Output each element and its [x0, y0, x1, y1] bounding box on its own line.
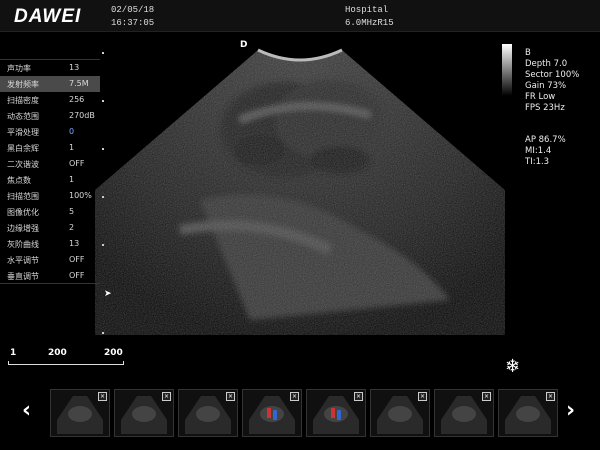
scale-tick: [8, 361, 9, 365]
param-value: OFF: [69, 271, 85, 280]
param-value: 2: [69, 223, 75, 232]
param-row[interactable]: 图像优化 5: [0, 204, 108, 220]
scale-label-left: 1: [10, 348, 17, 358]
image-thumbnail[interactable]: ×: [114, 389, 174, 437]
param-label: 焦点数: [7, 176, 31, 185]
param-value: 1: [69, 143, 75, 152]
param-value: 256: [69, 95, 85, 104]
close-icon[interactable]: ×: [98, 392, 107, 401]
param-row[interactable]: 水平调节 OFF: [0, 252, 108, 268]
scale-tick: [123, 361, 124, 365]
param-value: 13: [69, 63, 80, 72]
image-info: B Depth 7.0 Sector 100% Gain 73% FR Low …: [525, 48, 579, 114]
image-thumbnail[interactable]: ×: [50, 389, 110, 437]
snowflake-icon[interactable]: ❄: [505, 356, 520, 377]
param-row[interactable]: 垂直调节 OFF: [0, 268, 108, 284]
param-row[interactable]: 扫描密度 256: [0, 92, 108, 108]
depth-tick: [102, 100, 104, 102]
close-icon[interactable]: ×: [354, 392, 363, 401]
image-thumbnail[interactable]: ×: [306, 389, 366, 437]
param-label: 黑白余辉: [7, 144, 39, 153]
param-value: 7.5M: [69, 79, 89, 88]
depth-tick: [102, 332, 104, 334]
param-row[interactable]: 二次谐波 OFF: [0, 156, 108, 172]
close-icon[interactable]: ×: [482, 392, 491, 401]
param-label: 扫描范围: [7, 192, 39, 201]
image-thumbnail[interactable]: ×: [242, 389, 302, 437]
grayscale-bar: [502, 44, 512, 96]
param-label: 水平调节: [7, 256, 39, 265]
param-label: 平滑处理: [7, 128, 39, 137]
focus-marker-icon: ➤: [104, 289, 112, 299]
image-thumbnail[interactable]: ×: [434, 389, 494, 437]
fr-text: FR Low: [525, 92, 556, 102]
param-value: 1: [69, 175, 75, 184]
close-icon[interactable]: ×: [162, 392, 171, 401]
close-icon[interactable]: ×: [546, 392, 555, 401]
fps-text: FPS 23Hz: [525, 103, 565, 113]
param-label: 灰阶曲线: [7, 240, 39, 249]
param-row[interactable]: 焦点数 1: [0, 172, 108, 188]
param-label: 扫描密度: [7, 96, 39, 105]
ap-text: AP 86.7%: [525, 135, 566, 145]
param-label: 图像优化: [7, 208, 39, 217]
parameter-panel: 声功率 13 发射频率 7.5M 扫描密度 256 动态范围 270dB 平滑处理 0 黑白余辉 1 二…: [0, 60, 108, 284]
param-row[interactable]: 发射频率 7.5M: [0, 76, 100, 92]
close-icon[interactable]: ×: [418, 392, 427, 401]
param-label: 边缘增强: [7, 224, 39, 233]
param-row[interactable]: 平滑处理 0: [0, 124, 108, 140]
ti-text: TI:1.3: [525, 157, 550, 167]
mi-text: MI:1.4: [525, 146, 552, 156]
param-row[interactable]: 声功率 13: [0, 60, 108, 76]
orientation-marker: D: [240, 40, 247, 50]
param-value: 100%: [69, 191, 92, 200]
param-label: 二次谐波: [7, 160, 39, 169]
scale-bar: 1 200 200: [8, 348, 124, 368]
param-value: 0: [69, 127, 75, 136]
mode-text: B: [525, 48, 531, 58]
param-row[interactable]: 黑白余辉 1: [0, 140, 108, 156]
prev-thumbnails-button[interactable]: ‹: [22, 398, 31, 423]
close-icon[interactable]: ×: [290, 392, 299, 401]
param-value: OFF: [69, 159, 85, 168]
image-thumbnail[interactable]: ×: [178, 389, 238, 437]
scale-label-mid: 200: [48, 348, 67, 358]
image-thumbnail[interactable]: ×: [498, 389, 558, 437]
depth-tick: [102, 196, 104, 198]
scale-line: [8, 364, 124, 365]
divider: [0, 283, 100, 284]
param-row[interactable]: 灰阶曲线 13: [0, 236, 108, 252]
param-value: 270dB: [69, 111, 95, 120]
param-row[interactable]: 扫描范围 100%: [0, 188, 108, 204]
safety-info: AP 86.7% MI:1.4 TI:1.3: [525, 135, 566, 168]
param-label: 动态范围: [7, 112, 39, 121]
divider: [0, 59, 100, 60]
depth-tick: [102, 244, 104, 246]
sector-text: Sector 100%: [525, 70, 580, 80]
param-label: 发射频率: [7, 80, 39, 89]
param-label: 声功率: [7, 64, 31, 73]
image-thumbnail[interactable]: ×: [370, 389, 430, 437]
depth-text: Depth 7.0: [525, 59, 568, 69]
next-thumbnails-button[interactable]: ›: [566, 398, 575, 423]
gain-text: Gain 73%: [525, 81, 567, 91]
param-row[interactable]: 动态范围 270dB: [0, 108, 108, 124]
scale-label-right: 200: [104, 348, 123, 358]
param-label: 垂直调节: [7, 272, 39, 281]
depth-tick: [102, 148, 104, 150]
param-value: OFF: [69, 255, 85, 264]
param-value: 5: [69, 207, 75, 216]
depth-tick: [102, 52, 104, 54]
param-row[interactable]: 边缘增强 2: [0, 220, 108, 236]
close-icon[interactable]: ×: [226, 392, 235, 401]
param-value: 13: [69, 239, 80, 248]
